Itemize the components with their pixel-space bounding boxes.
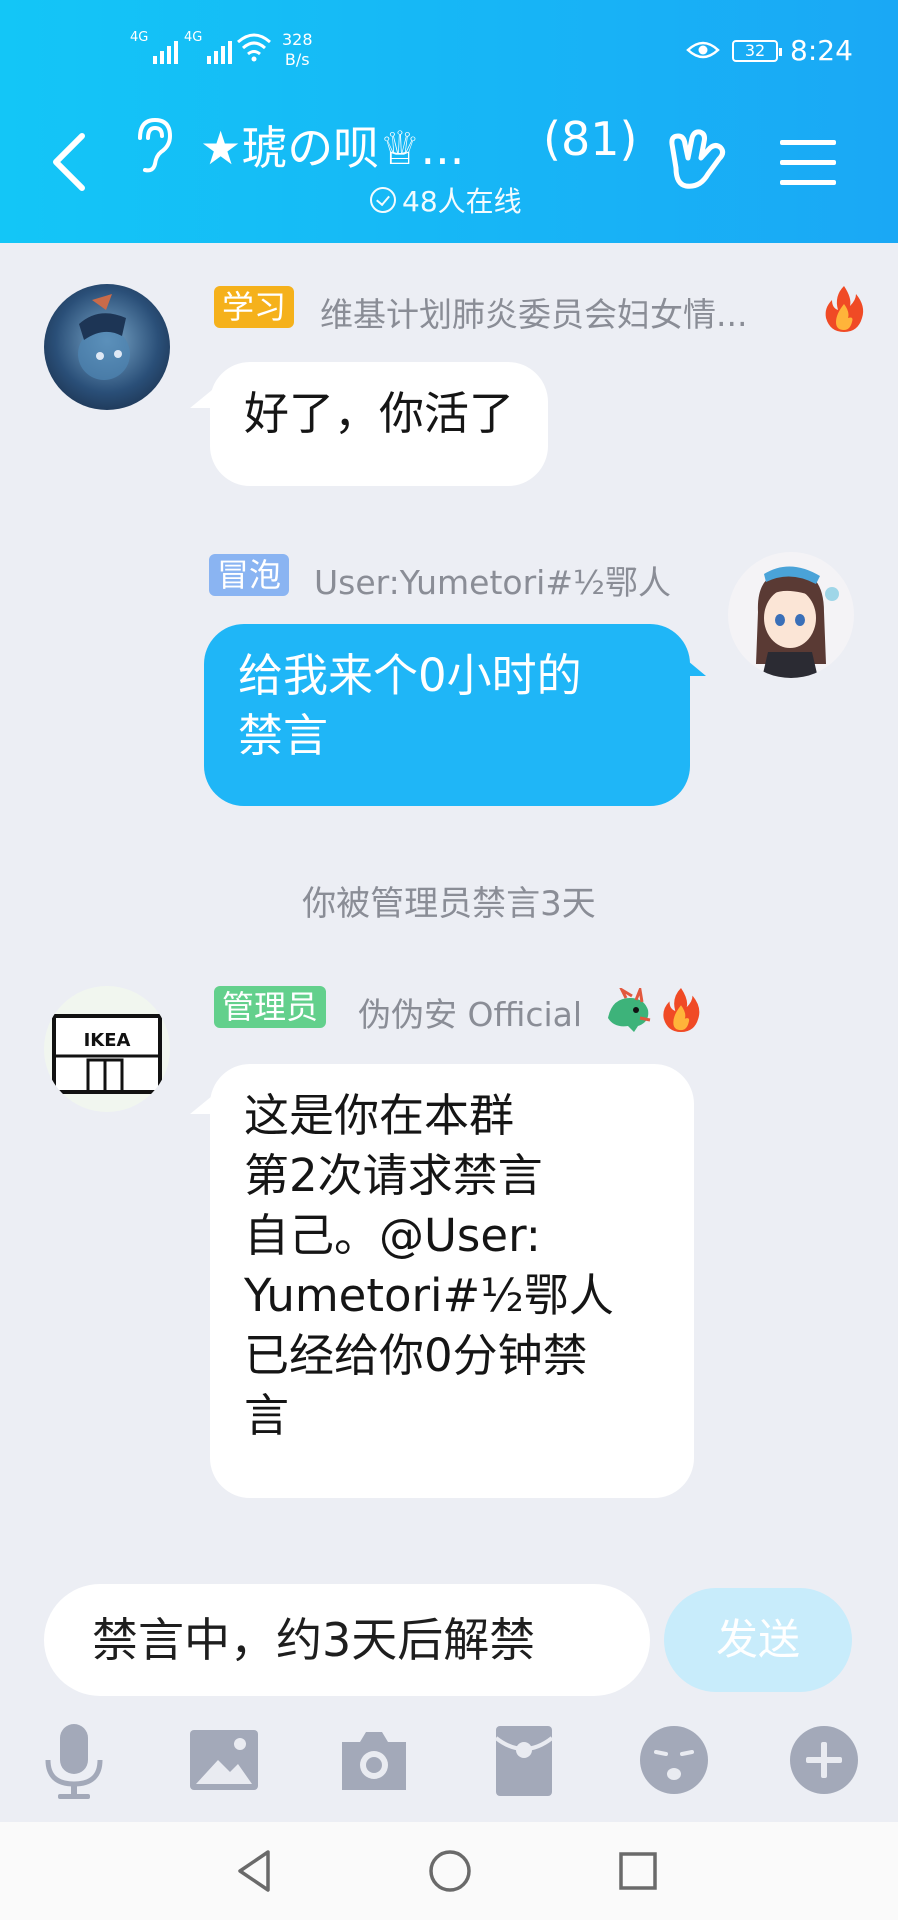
sender-name[interactable]: 维基计划肺炎委员会妇女情... <box>320 288 747 336</box>
image-icon[interactable] <box>184 1720 264 1800</box>
network-label-1: 4G <box>130 30 149 45</box>
message-bubble[interactable]: 好了，你活了 <box>210 362 549 486</box>
system-navigation-bar <box>0 1822 898 1920</box>
message-input[interactable]: 禁言中，约3天后解禁 <box>44 1584 650 1696</box>
clock: 8:24 <box>790 34 853 67</box>
signal-icon-2: 4G <box>184 30 233 64</box>
plus-icon[interactable] <box>784 1720 864 1800</box>
send-button[interactable]: 发送 <box>664 1588 852 1692</box>
eye-comfort-icon <box>686 41 720 59</box>
dragon-icon <box>608 988 651 1032</box>
menu-icon[interactable] <box>780 138 836 186</box>
svg-text:IKEA: IKEA <box>84 1030 131 1051</box>
camera-icon[interactable] <box>334 1720 414 1800</box>
online-status: 48人在线 <box>370 180 522 220</box>
nav-home-icon[interactable] <box>425 1846 475 1896</box>
member-count: (81) <box>543 112 638 166</box>
chat-header: 4G 4G 328 B/s 32 8:24 ★琥の呗♕... (81) 48人在… <box>0 0 898 243</box>
red-packet-icon[interactable] <box>484 1720 564 1800</box>
nav-recents-icon[interactable] <box>614 1846 662 1896</box>
status-bar: 4G 4G 328 B/s 32 8:24 <box>0 0 898 100</box>
group-title[interactable]: ★琥の呗♕... <box>200 112 464 178</box>
avatar[interactable] <box>728 552 854 678</box>
check-circle-icon <box>370 187 396 213</box>
back-arrow-icon[interactable] <box>48 132 88 192</box>
fire-icon <box>663 987 700 1033</box>
member-tag: 学习 <box>214 286 295 328</box>
message-bubble[interactable]: 给我来个0小时的 禁言 <box>204 624 690 806</box>
network-label-2: 4G <box>184 30 203 45</box>
wifi-icon <box>237 33 271 62</box>
emoji-icon[interactable] <box>634 1720 714 1800</box>
admin-tag: 管理员 <box>214 986 327 1028</box>
network-speed: 328 B/s <box>282 30 313 69</box>
member-tag: 冒泡 <box>209 554 290 596</box>
battery-indicator: 32 <box>732 40 782 62</box>
avatar[interactable]: IKEA <box>44 986 170 1112</box>
system-message: 你被管理员禁言3天 <box>302 884 596 924</box>
avatar[interactable] <box>44 284 170 410</box>
sender-name[interactable]: User:Yumetori#½鄂人 <box>314 556 671 604</box>
nav-back-icon[interactable] <box>232 1846 280 1896</box>
fire-icon <box>825 286 864 332</box>
microphone-icon[interactable] <box>34 1720 114 1800</box>
ear-icon[interactable] <box>130 116 174 174</box>
signal-icon-1: 4G <box>130 30 179 64</box>
hand-gesture-icon[interactable] <box>664 128 728 194</box>
sender-name[interactable]: 伪伪安 Official <box>358 988 582 1036</box>
message-bubble[interactable]: 这是你在本群 第2次请求禁言 自己。@User: Yumetori#½鄂人 已经… <box>210 1064 694 1498</box>
